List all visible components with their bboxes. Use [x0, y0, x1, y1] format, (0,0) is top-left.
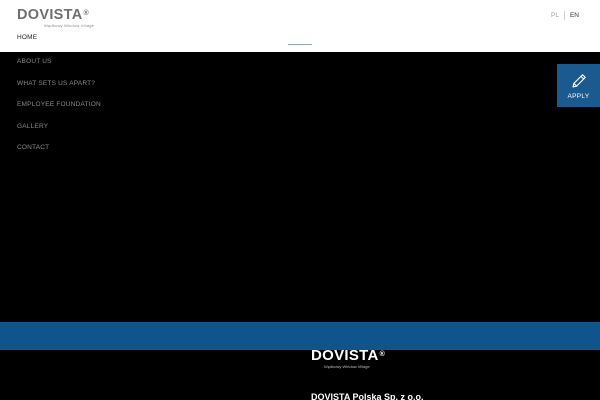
logo-wordmark: DOVISTA — [17, 7, 83, 23]
main-menu: ABOUT US WHAT SETS US APART? EMPLOYEE FO… — [17, 52, 101, 160]
nav-about-us-link[interactable]: ABOUT US — [17, 52, 101, 74]
lang-en-link[interactable]: EN — [565, 12, 584, 19]
footer-logo-wordmark: DOVISTA — [311, 347, 379, 364]
lang-pl-link[interactable]: PL — [546, 12, 564, 19]
apply-label: APPLY — [567, 92, 590, 100]
nav-employee-foundation-link[interactable]: EMPLOYEE FOUNDATION — [17, 95, 101, 117]
logo-tagline: Wędkowy Window Village — [44, 23, 95, 28]
footer-logo[interactable]: DOVISTA® Wędkowy Window Village — [311, 348, 385, 369]
footer-accent-band — [0, 322, 600, 350]
language-switcher: PL EN — [546, 11, 584, 20]
footer-company-name: DOVISTA Polska Sp. z o.o. — [311, 392, 424, 400]
site-logo[interactable]: DOVISTA® Wędkowy Window Village — [17, 8, 94, 28]
pencil-icon — [571, 73, 586, 88]
apply-button[interactable]: APPLY — [557, 64, 600, 107]
nav-what-sets-us-apart-link[interactable]: WHAT SETS US APART? — [17, 74, 101, 96]
nav-gallery-link[interactable]: GALLERY — [17, 117, 101, 139]
footer-registered-mark: ® — [379, 351, 386, 358]
nav-home-link[interactable]: HOME — [17, 34, 37, 41]
registered-mark: ® — [83, 10, 89, 17]
active-nav-indicator — [288, 44, 312, 45]
nav-contact-link[interactable]: CONTACT — [17, 138, 101, 160]
site-header: DOVISTA® Wędkowy Window Village PL EN HO… — [0, 0, 600, 52]
footer-logo-tagline: Wędkowy Window Village — [324, 364, 370, 369]
